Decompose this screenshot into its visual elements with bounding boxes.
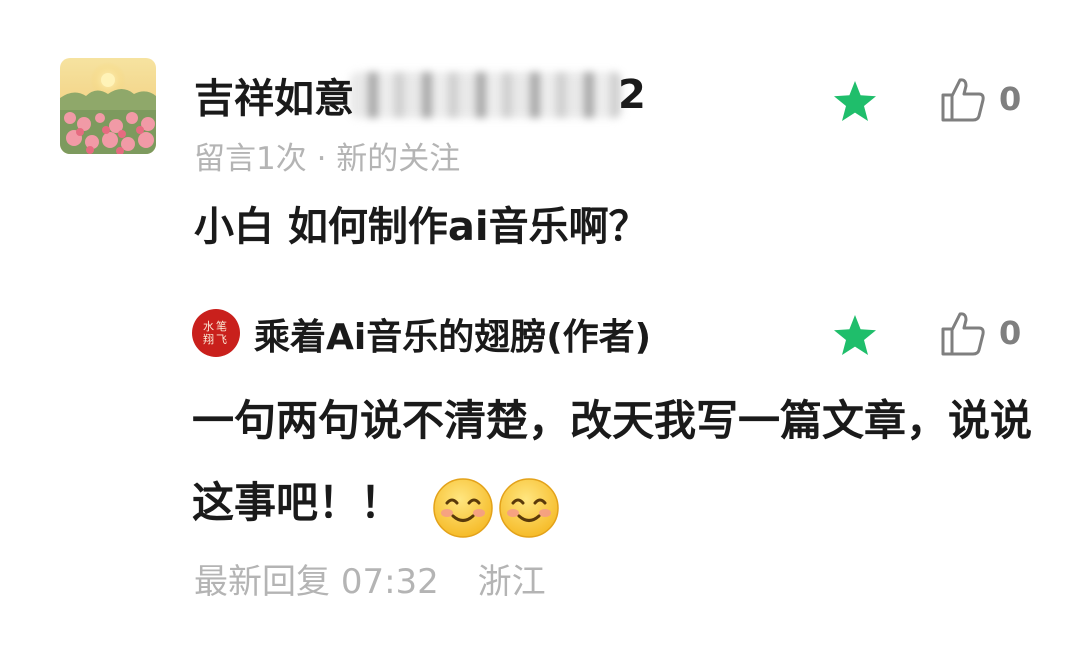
- thumbs-up-icon: [941, 312, 985, 356]
- commenter-name[interactable]: 吉祥如意 2: [194, 66, 654, 124]
- like-button[interactable]: 0: [939, 74, 1021, 124]
- emoji-group: [432, 465, 564, 547]
- reply-text: 一句两句说不清楚，改天我写一篇文章，说说这事吧！！: [192, 396, 1033, 527]
- author-avatar-text-top: 水笔: [203, 320, 229, 333]
- reply-location: 浙江: [477, 562, 546, 602]
- star-icon: [834, 81, 876, 121]
- author-name[interactable]: 乘着Ai音乐的翅膀(作者): [254, 308, 651, 360]
- star-icon: [834, 315, 876, 355]
- smiling-face-emoji: [432, 477, 494, 539]
- commenter-name-suffix: 2: [618, 72, 646, 118]
- reply-time: 07:32: [340, 562, 439, 602]
- commenter-meta: 留言1次 · 新的关注: [194, 141, 461, 177]
- comment-text: 小白 如何制作ai音乐啊？: [194, 204, 649, 250]
- author-avatar[interactable]: 水笔 翔飞: [192, 309, 240, 357]
- reply-star-button[interactable]: [831, 312, 879, 360]
- reply-meta: 最新回复 07:32 浙江: [194, 554, 546, 603]
- reply-like-count: 0: [999, 314, 1022, 352]
- latest-reply-label: 最新回复: [194, 562, 330, 602]
- smiling-face-emoji: [498, 477, 560, 539]
- reply-text-block: 一句两句说不清楚，改天我写一篇文章，说说这事吧！！: [192, 380, 1052, 547]
- reply-like-button[interactable]: 0: [939, 308, 1021, 358]
- commenter-name-text: 吉祥如意: [194, 76, 354, 122]
- like-count: 0: [999, 80, 1022, 118]
- commenter-avatar[interactable]: [60, 58, 156, 154]
- author-avatar-text-bottom: 翔飞: [203, 333, 229, 346]
- star-button[interactable]: [831, 78, 879, 126]
- thumbs-up-icon: [941, 78, 985, 122]
- blurred-name-segment: [350, 72, 622, 118]
